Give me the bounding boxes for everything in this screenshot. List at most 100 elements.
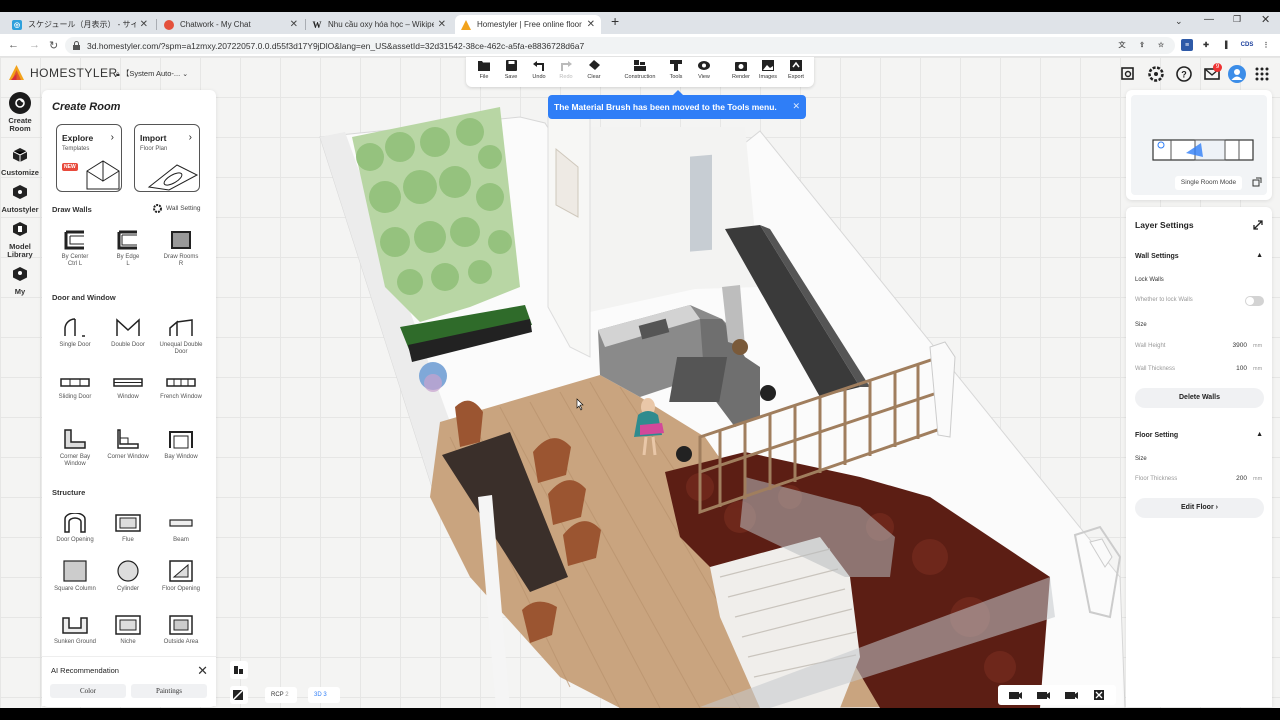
gear-icon[interactable] — [1148, 66, 1164, 82]
export-button[interactable]: Export — [780, 60, 812, 80]
maximize-icon[interactable]: ❐ — [1233, 14, 1241, 25]
rail-my[interactable]: My — [0, 263, 40, 296]
cylinder-item[interactable]: Cylinder — [103, 560, 153, 593]
forward-icon[interactable]: → — [29, 39, 40, 51]
browser-menu-icon[interactable]: ⋮ — [1260, 39, 1272, 51]
profile-label[interactable]: CDS — [1238, 39, 1256, 51]
beam-item[interactable]: Beam — [156, 513, 206, 544]
floor-thickness-input[interactable]: 200 — [1225, 475, 1247, 482]
sunken-ground-item[interactable]: Sunken Ground — [50, 615, 100, 646]
bookmark-star-icon[interactable]: ☆ — [1155, 39, 1167, 51]
expand-arrows-icon[interactable] — [1253, 220, 1263, 230]
double-door-item[interactable]: Double Door — [103, 318, 153, 349]
square-column-item[interactable]: Square Column — [50, 560, 100, 593]
outside-area-item[interactable]: Outside Area — [156, 615, 206, 646]
window-item[interactable]: Window — [103, 376, 153, 401]
reload-icon[interactable]: ↻ — [49, 39, 58, 52]
tab-search-icon[interactable]: ⌄ — [1175, 16, 1183, 27]
construction-button[interactable]: Construction — [622, 60, 658, 80]
outside-area-icon — [169, 615, 193, 635]
homestyler-logo[interactable]: HOMESTYLER — [9, 65, 118, 80]
flue-item[interactable]: Flue — [103, 513, 153, 544]
french-window-item[interactable]: French Window — [156, 376, 206, 401]
item-shortcut: R — [178, 261, 184, 267]
new-tab-button[interactable]: + — [611, 13, 619, 29]
tab-close-icon[interactable]: ✕ — [140, 19, 148, 30]
puzzle-extensions-icon[interactable]: ✚ — [1200, 39, 1212, 51]
floor-setting-header[interactable]: Floor Setting — [1135, 432, 1178, 439]
search-box-icon[interactable] — [1120, 66, 1136, 82]
ai-paintings-button[interactable]: Paintings — [131, 684, 207, 698]
fullscreen-icon[interactable] — [1092, 688, 1106, 702]
sidebar-icon[interactable]: ▐ — [1219, 39, 1231, 51]
collapse-caret-icon[interactable]: ▲ — [1256, 431, 1263, 438]
lock-walls-toggle[interactable] — [1245, 296, 1264, 306]
wall-height-input[interactable]: 3900 — [1225, 342, 1247, 349]
draw-rooms[interactable]: Draw Rooms R — [156, 230, 206, 268]
browser-tab-homestyler[interactable]: Homestyler | Free online floor pl ✕ — [455, 15, 601, 34]
size-label: Size — [1135, 322, 1147, 328]
edit-floor-button[interactable]: Edit Floor › — [1135, 498, 1264, 518]
share-icon[interactable]: ⇪ — [1136, 39, 1148, 51]
clear-button[interactable]: Clear — [578, 60, 610, 80]
corner-window-item[interactable]: Corner Window — [103, 428, 153, 461]
3d-view-button[interactable]: 3D 3 — [308, 687, 340, 703]
camera-view-1-icon[interactable] — [1008, 688, 1022, 702]
single-door-item[interactable]: Single Door — [50, 318, 100, 349]
corner-bay-window-item[interactable]: Corner Bay Window — [50, 428, 100, 468]
sliding-door-icon — [60, 378, 90, 387]
apps-grid-icon[interactable] — [1254, 66, 1270, 82]
floor-switch-button[interactable] — [230, 661, 248, 679]
address-bar[interactable]: 3d.homestyler.com/?spm=a1zmxy.20722057.0… — [65, 37, 1175, 54]
extension-icon[interactable]: ≡ — [1181, 39, 1193, 51]
delete-walls-button[interactable]: Delete Walls — [1135, 388, 1264, 408]
expand-preview-icon[interactable] — [1252, 177, 1262, 187]
rail-create-room[interactable]: Create Room — [0, 92, 40, 133]
draw-wall-by-center[interactable]: By Center Ctrl L — [50, 230, 100, 268]
top-letterbox — [0, 0, 1280, 12]
browser-tab-wikipedia[interactable]: W Nhu cầu oxy hóa học – Wikipedia ✕ — [306, 15, 452, 34]
bay-window-item[interactable]: Bay Window — [156, 428, 206, 461]
rail-customize[interactable]: Customize — [0, 144, 40, 177]
tab-close-icon[interactable]: ✕ — [438, 19, 446, 30]
tab-close-icon[interactable]: ✕ — [587, 19, 595, 30]
wall-setting-button[interactable]: Wall Setting — [153, 204, 200, 213]
item-label: Flue — [122, 537, 134, 543]
single-room-mode-button[interactable]: Single Room Mode — [1175, 176, 1242, 190]
window-close-icon[interactable]: ✕ — [1261, 13, 1270, 26]
unequal-double-door-item[interactable]: Unequal Double Door — [156, 318, 206, 356]
door-opening-item[interactable]: Door Opening — [50, 513, 100, 544]
rcp-view-button[interactable]: RCP 2 — [265, 687, 297, 703]
plan-view-button[interactable] — [230, 686, 248, 704]
explore-templates-card[interactable]: Explore Templates › NEW — [56, 124, 122, 192]
browser-tab-chatwork[interactable]: Chatwork - My Chat ✕ — [158, 15, 304, 34]
browser-tab-cybozu[interactable]: ◎ スケジュール（月表示） - サイボウズ ✕ — [6, 15, 154, 34]
back-icon[interactable]: ← — [8, 39, 19, 51]
help-icon[interactable]: ? — [1176, 66, 1192, 82]
floor-opening-item[interactable]: Floor Opening — [156, 560, 206, 593]
avatar-icon[interactable] — [1228, 65, 1246, 83]
niche-item[interactable]: Niche — [103, 615, 153, 646]
project-name-dropdown[interactable]: 🔒︎ 【System Auto-... ⌄ — [116, 68, 188, 79]
homestyler-logo-icon — [9, 65, 24, 80]
sliding-door-item[interactable]: Sliding Door — [50, 376, 100, 401]
minimize-icon[interactable]: — — [1204, 14, 1214, 25]
camera-view-2-icon[interactable] — [1036, 688, 1050, 702]
wall-settings-header[interactable]: Wall Settings — [1135, 253, 1179, 260]
import-floor-plan-card[interactable]: Import Floor Plan › — [134, 124, 200, 192]
ai-color-button[interactable]: Color — [50, 684, 126, 698]
tooltip-close-icon[interactable]: ✕ — [792, 101, 800, 112]
collapse-caret-icon[interactable]: ▲ — [1256, 252, 1263, 259]
tab-close-icon[interactable]: ✕ — [290, 19, 298, 30]
draw-wall-by-edge[interactable]: By Edge L — [103, 230, 153, 268]
eraser-icon — [589, 60, 600, 70]
panel-title: Create Room — [52, 101, 121, 113]
wall-thickness-input[interactable]: 100 — [1225, 365, 1247, 372]
view-button[interactable]: View — [688, 60, 720, 80]
toolbar-label: Render — [731, 74, 751, 80]
translate-icon[interactable]: 文 — [1116, 39, 1128, 51]
ai-close-icon[interactable]: ✕ — [197, 663, 208, 679]
camera-view-3-icon[interactable] — [1064, 688, 1078, 702]
rail-model-library[interactable]: Model Library — [0, 218, 40, 259]
rail-autostyler[interactable]: Autostyler — [0, 181, 40, 214]
